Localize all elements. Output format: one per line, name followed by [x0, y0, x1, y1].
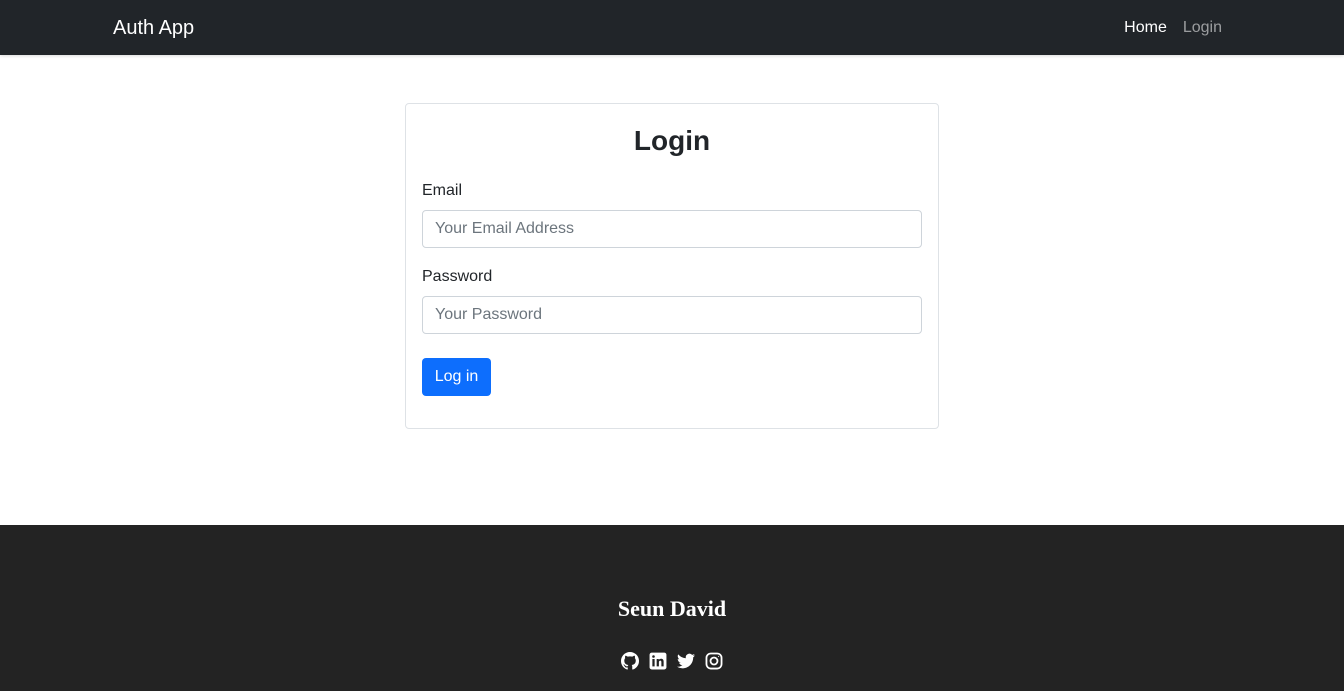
- github-icon[interactable]: [621, 652, 639, 670]
- email-label: Email: [422, 182, 463, 199]
- password-field[interactable]: [422, 296, 922, 334]
- login-card: Login Email Password Log in: [405, 103, 939, 429]
- email-field[interactable]: [422, 210, 922, 248]
- footer-author-name: Seun David: [617, 596, 727, 621]
- login-button[interactable]: Log in: [422, 358, 491, 396]
- footer: Seun David: [0, 525, 1344, 691]
- linkedin-icon[interactable]: [649, 652, 667, 670]
- nav-link-home[interactable]: Home: [1124, 17, 1167, 39]
- nav-link-login[interactable]: Login: [1183, 17, 1222, 39]
- nav-links: Home Login: [1124, 17, 1222, 39]
- twitter-icon[interactable]: [677, 652, 695, 670]
- top-navbar: Auth App Home Login: [0, 0, 1344, 55]
- login-title: Login: [633, 125, 711, 156]
- password-label: Password: [422, 268, 493, 285]
- brand-logo[interactable]: Auth App: [113, 15, 194, 41]
- instagram-icon[interactable]: [705, 652, 723, 670]
- social-links: [0, 652, 1344, 670]
